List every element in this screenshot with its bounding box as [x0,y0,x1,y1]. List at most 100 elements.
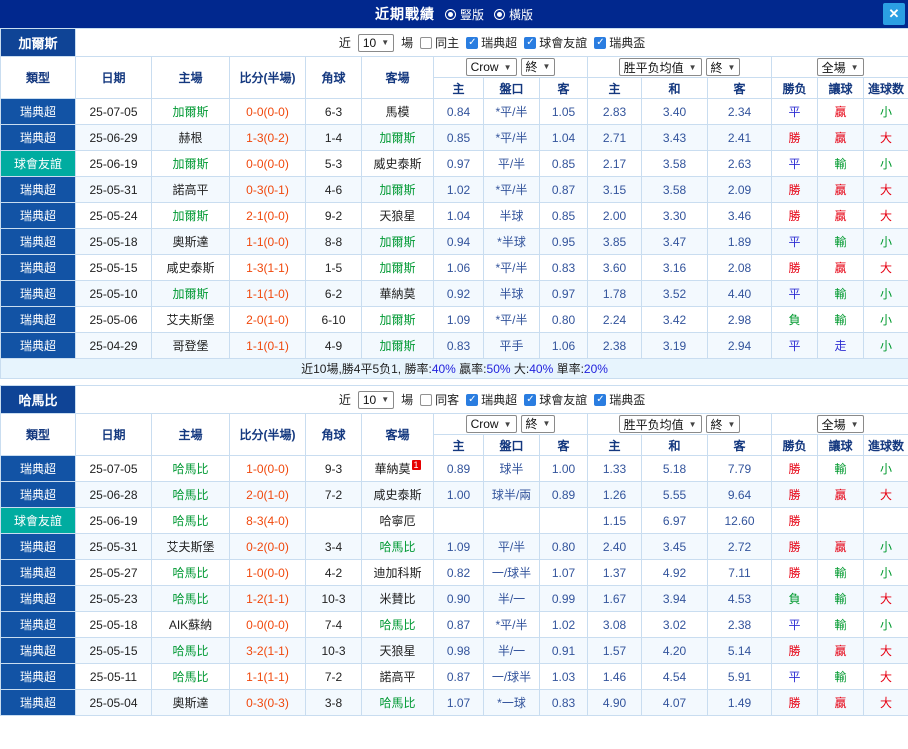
away-team: 米賛比 [361,585,434,612]
checkbox-icon[interactable] [420,393,433,406]
page-title: 近期戰績 [374,6,435,22]
result: 平 [771,98,818,125]
avg-odds-select[interactable]: 胜平负均值 ▼ [618,58,702,76]
checkbox-icon[interactable] [594,393,607,406]
corners: 1-4 [305,124,362,151]
odds-final-select[interactable]: 終 ▼ [520,57,556,76]
odds-home: 0.94 [433,228,484,255]
avg-home: 1.26 [587,481,642,508]
league-badge: 瑞典超 [0,455,76,482]
result: 平 [771,663,818,690]
goals-result: 大 [862,481,908,508]
venue-filter-checkbox[interactable]: 同主 [420,34,459,51]
column-header: 類型 [0,56,76,99]
odds-away: 1.06 [539,332,588,359]
checkbox-label: 球會友誼 [539,36,588,50]
score: 2-0(1-0) [229,481,306,508]
layout-option-vertical[interactable]: 豎版 [444,6,484,23]
league-filter-checkbox-1[interactable]: 瑞典超 [466,391,517,408]
chevron-down-icon: ▼ [542,62,551,72]
avg-away: 2.08 [707,254,772,281]
matches-table: 加爾斯近10▼場同主瑞典超球會友誼瑞典盃類型日期主場比分(半場)角球客場Crow… [0,28,908,379]
column-header: 讓球 [817,77,864,99]
red-card-badge: 1 [411,460,421,470]
corners: 4-6 [305,176,362,203]
chevron-down-icon: ▼ [381,395,390,404]
league-filter-checkbox-3[interactable]: 瑞典盃 [594,34,645,51]
match-row: 瑞典超 25-05-15 咸史泰斯 1-3(1-1) 1-5 加爾斯 1.06 *平/半 0.8… [0,254,908,281]
league-badge: 瑞典超 [0,559,76,586]
away-team: 哈馬比 [361,689,434,716]
column-header: 勝负 [771,434,818,456]
handicap: *平/半 [483,98,540,125]
avg-selects-cell: 胜平负均值 ▼ 終 ▼ [587,56,772,78]
avg-draw: 3.45 [641,533,708,560]
layout-option-horizontal[interactable]: 橫版 [494,6,533,23]
handicap-result: 輸 [817,585,864,612]
column-header: 讓球 [817,434,864,456]
checkbox-icon[interactable] [524,393,537,406]
odds-company-select[interactable]: Crow ▼ [465,58,517,77]
match-row: 瑞典超 25-06-28 哈馬比 2-0(1-0) 7-2 咸史泰斯 1.00 球半/兩 0.8… [0,481,908,508]
score: 1-1(0-0) [229,228,306,255]
odds-away: 0.85 [539,202,588,229]
avg-final-select[interactable]: 終 ▼ [705,415,741,433]
match-row: 瑞典超 25-05-23 哈馬比 1-2(1-1) 10-3 米賛比 0.90 半/一 0.99… [0,585,908,612]
home-team: 哈馬比 [151,663,230,690]
league-filter-checkbox-2[interactable]: 球會友誼 [524,34,587,51]
checkbox-icon[interactable] [466,393,479,406]
close-button[interactable]: ✕ [883,3,905,25]
handicap: 球半 [483,455,540,482]
summary-stat-label: 贏率: [459,362,487,376]
checkbox-icon[interactable] [594,36,607,49]
filter-bar: 近 10 ▼ 場 同客 瑞典超 球會友誼 瑞典盃 [74,385,908,414]
avg-draw: 3.58 [641,176,708,203]
handicap-result: 輸 [817,559,864,586]
avg-away: 4.53 [707,585,772,612]
match-row: 瑞典超 25-07-05 加爾斯 0-0(0-0) 6-3 馬模 0.84 *平/半 1.05 2… [0,98,908,125]
league-badge: 瑞典超 [0,637,76,664]
checkbox-icon[interactable] [466,36,479,49]
home-team: 加爾斯 [151,202,230,229]
avg-away: 2.98 [707,306,772,333]
home-team: 哈馬比 [151,507,230,534]
near-label: 近 [338,393,351,407]
avg-odds-select[interactable]: 胜平负均值 ▼ [618,415,702,433]
avg-final-select[interactable]: 終 ▼ [705,58,741,76]
league-filter-checkbox-1[interactable]: 瑞典超 [466,34,517,51]
column-header: 角球 [305,56,362,99]
home-team: 加爾斯 [151,150,230,177]
away-team: 迪加科斯 [361,559,434,586]
match-date: 25-05-04 [75,689,152,716]
odds-home: 1.02 [433,176,484,203]
checkbox-icon[interactable] [420,36,433,49]
chevron-down-icon: ▼ [381,38,390,47]
league-badge: 瑞典超 [0,98,76,125]
odds-away: 1.00 [539,455,588,482]
avg-away: 1.89 [707,228,772,255]
league-badge: 瑞典超 [0,663,76,690]
odds-company-select[interactable]: Crow ▼ [465,415,517,434]
score: 1-1(1-0) [229,280,306,307]
away-team: 加爾斯 [361,332,434,359]
select-value: 10 [362,392,377,407]
handicap-result: 贏 [817,98,864,125]
checkbox-icon[interactable] [524,36,537,49]
avg-home: 3.60 [587,254,642,281]
select-value: 胜平负均值 [623,417,684,432]
scope-select[interactable]: 全場 ▼ [816,58,864,76]
column-header: 盤口 [483,434,540,456]
scope-select[interactable]: 全場 ▼ [816,415,864,433]
odds-home: 0.84 [433,98,484,125]
match-count-select[interactable]: 10 ▼ [357,390,395,409]
avg-home: 2.40 [587,533,642,560]
select-value: 終 [525,417,538,432]
checkbox-label: 瑞典超 [481,36,518,50]
match-count-select[interactable]: 10 ▼ [357,33,395,52]
away-team: 威史泰斯 [361,150,434,177]
avg-home: 4.90 [587,689,642,716]
league-filter-checkbox-3[interactable]: 瑞典盃 [594,391,645,408]
odds-final-select[interactable]: 終 ▼ [520,414,556,433]
league-filter-checkbox-2[interactable]: 球會友誼 [524,391,587,408]
venue-filter-checkbox[interactable]: 同客 [420,391,459,408]
